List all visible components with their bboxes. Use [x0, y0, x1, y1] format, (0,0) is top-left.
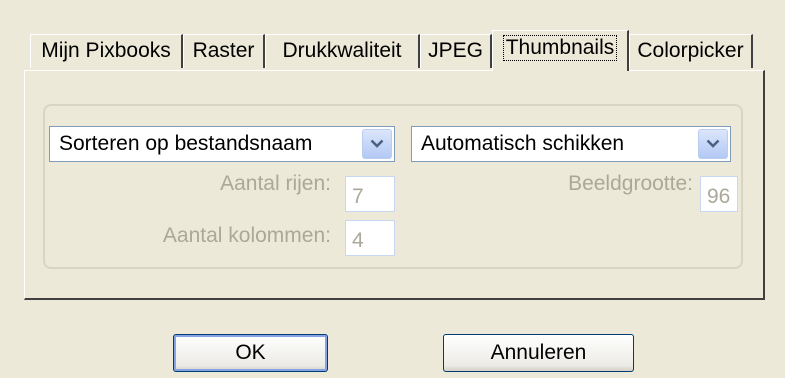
arrange-select-value: Automatisch schikken: [421, 132, 625, 155]
image-size-label: Beeldgrootte:: [568, 172, 693, 195]
tab-label: Drukkwaliteit: [282, 39, 402, 62]
tab-label: Thumbnails: [502, 35, 618, 61]
tab-label: Mijn Pixbooks: [41, 39, 171, 62]
tab-label: Colorpicker: [637, 39, 744, 62]
tab-label: JPEG: [428, 39, 483, 62]
image-size-input[interactable]: 96: [700, 176, 738, 212]
tab-colorpicker[interactable]: Colorpicker: [629, 34, 753, 68]
tab-drukkwaliteit[interactable]: Drukkwaliteit: [265, 34, 420, 68]
thumbnail-settings-group: Sorteren op bestandsnaam Automatisch sch…: [43, 104, 743, 269]
arrange-select[interactable]: Automatisch schikken: [411, 126, 731, 162]
tab-jpeg[interactable]: JPEG: [420, 34, 492, 68]
tab-label: Raster: [192, 39, 255, 62]
tab-raster[interactable]: Raster: [183, 34, 265, 68]
cancel-button[interactable]: Annuleren: [443, 334, 634, 372]
ok-button[interactable]: OK: [173, 334, 328, 372]
tab-panel-thumbnails: Sorteren op bestandsnaam Automatisch sch…: [24, 70, 765, 300]
sort-select-value: Sorteren op bestandsnaam: [59, 132, 313, 155]
tab-thumbnails[interactable]: Thumbnails: [492, 30, 629, 71]
rows-input[interactable]: 7: [345, 176, 395, 212]
tab-mijn-pixbooks[interactable]: Mijn Pixbooks: [30, 34, 183, 68]
rows-label: Aantal rijen:: [220, 172, 331, 195]
columns-input[interactable]: 4: [345, 220, 395, 256]
columns-label: Aantal kolommen:: [162, 224, 331, 247]
chevron-down-icon[interactable]: [362, 129, 392, 159]
sort-select[interactable]: Sorteren op bestandsnaam: [49, 126, 395, 162]
chevron-down-icon[interactable]: [698, 129, 728, 159]
